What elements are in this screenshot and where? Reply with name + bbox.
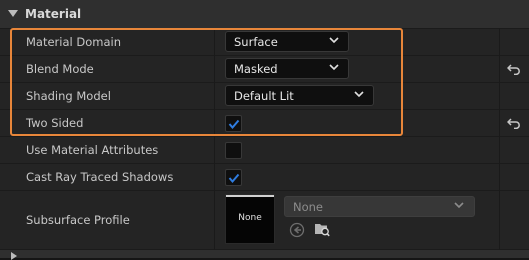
reset-arrow-icon[interactable] — [507, 63, 521, 75]
chevron-down-icon — [329, 63, 339, 71]
cast-ray-traced-shadows-label: Cast Ray Traced Shadows — [26, 170, 174, 184]
material-domain-label: Material Domain — [26, 35, 121, 49]
reset-arrow-icon[interactable] — [507, 117, 521, 129]
blend-mode-dropdown[interactable]: Masked — [225, 58, 349, 79]
checkmark-icon — [228, 173, 240, 184]
row-shading-model: Shading Model Default Lit — [0, 83, 529, 110]
column-divider[interactable] — [214, 28, 215, 258]
collapse-triangle-icon[interactable] — [8, 10, 18, 17]
chevron-down-icon — [354, 90, 364, 98]
material-section-header[interactable]: Material — [0, 0, 529, 29]
material-domain-dropdown[interactable]: Surface — [225, 31, 349, 52]
use-material-attributes-checkbox[interactable] — [225, 142, 242, 159]
use-material-attributes-label: Use Material Attributes — [26, 143, 159, 157]
subsurface-profile-dropdown[interactable]: None — [284, 196, 475, 217]
row-two-sided: Two Sided — [0, 110, 529, 137]
row-cast-ray-traced-shadows: Cast Ray Traced Shadows — [0, 164, 529, 191]
blend-mode-label: Blend Mode — [26, 62, 94, 76]
subsurface-profile-thumbnail[interactable]: None — [225, 194, 275, 244]
two-sided-label: Two Sided — [26, 116, 84, 130]
blend-mode-value: Masked — [234, 62, 278, 76]
cast-ray-traced-shadows-checkbox[interactable] — [225, 169, 242, 186]
row-blend-mode: Blend Mode Masked — [0, 56, 529, 83]
shading-model-value: Default Lit — [234, 89, 294, 103]
subsurface-profile-label: Subsurface Profile — [26, 213, 130, 227]
reset-column-divider — [499, 28, 500, 258]
folder-search-icon[interactable] — [314, 221, 330, 237]
shading-model-label: Shading Model — [26, 89, 111, 103]
chevron-down-icon — [454, 201, 464, 209]
row-material-domain: Material Domain Surface — [0, 29, 529, 56]
expand-triangle-icon[interactable] — [11, 252, 17, 260]
row-use-material-attributes: Use Material Attributes — [0, 137, 529, 164]
shading-model-dropdown[interactable]: Default Lit — [225, 85, 374, 106]
two-sided-checkbox[interactable] — [225, 115, 242, 132]
section-title: Material — [25, 7, 82, 21]
material-domain-value: Surface — [234, 35, 278, 49]
subsurface-profile-value: None — [293, 200, 324, 214]
next-section-header[interactable] — [0, 250, 529, 260]
thumbnail-label: None — [238, 213, 262, 223]
chevron-down-icon — [329, 36, 339, 44]
use-selected-arrow-icon[interactable] — [289, 222, 305, 238]
checkmark-icon — [228, 119, 240, 130]
